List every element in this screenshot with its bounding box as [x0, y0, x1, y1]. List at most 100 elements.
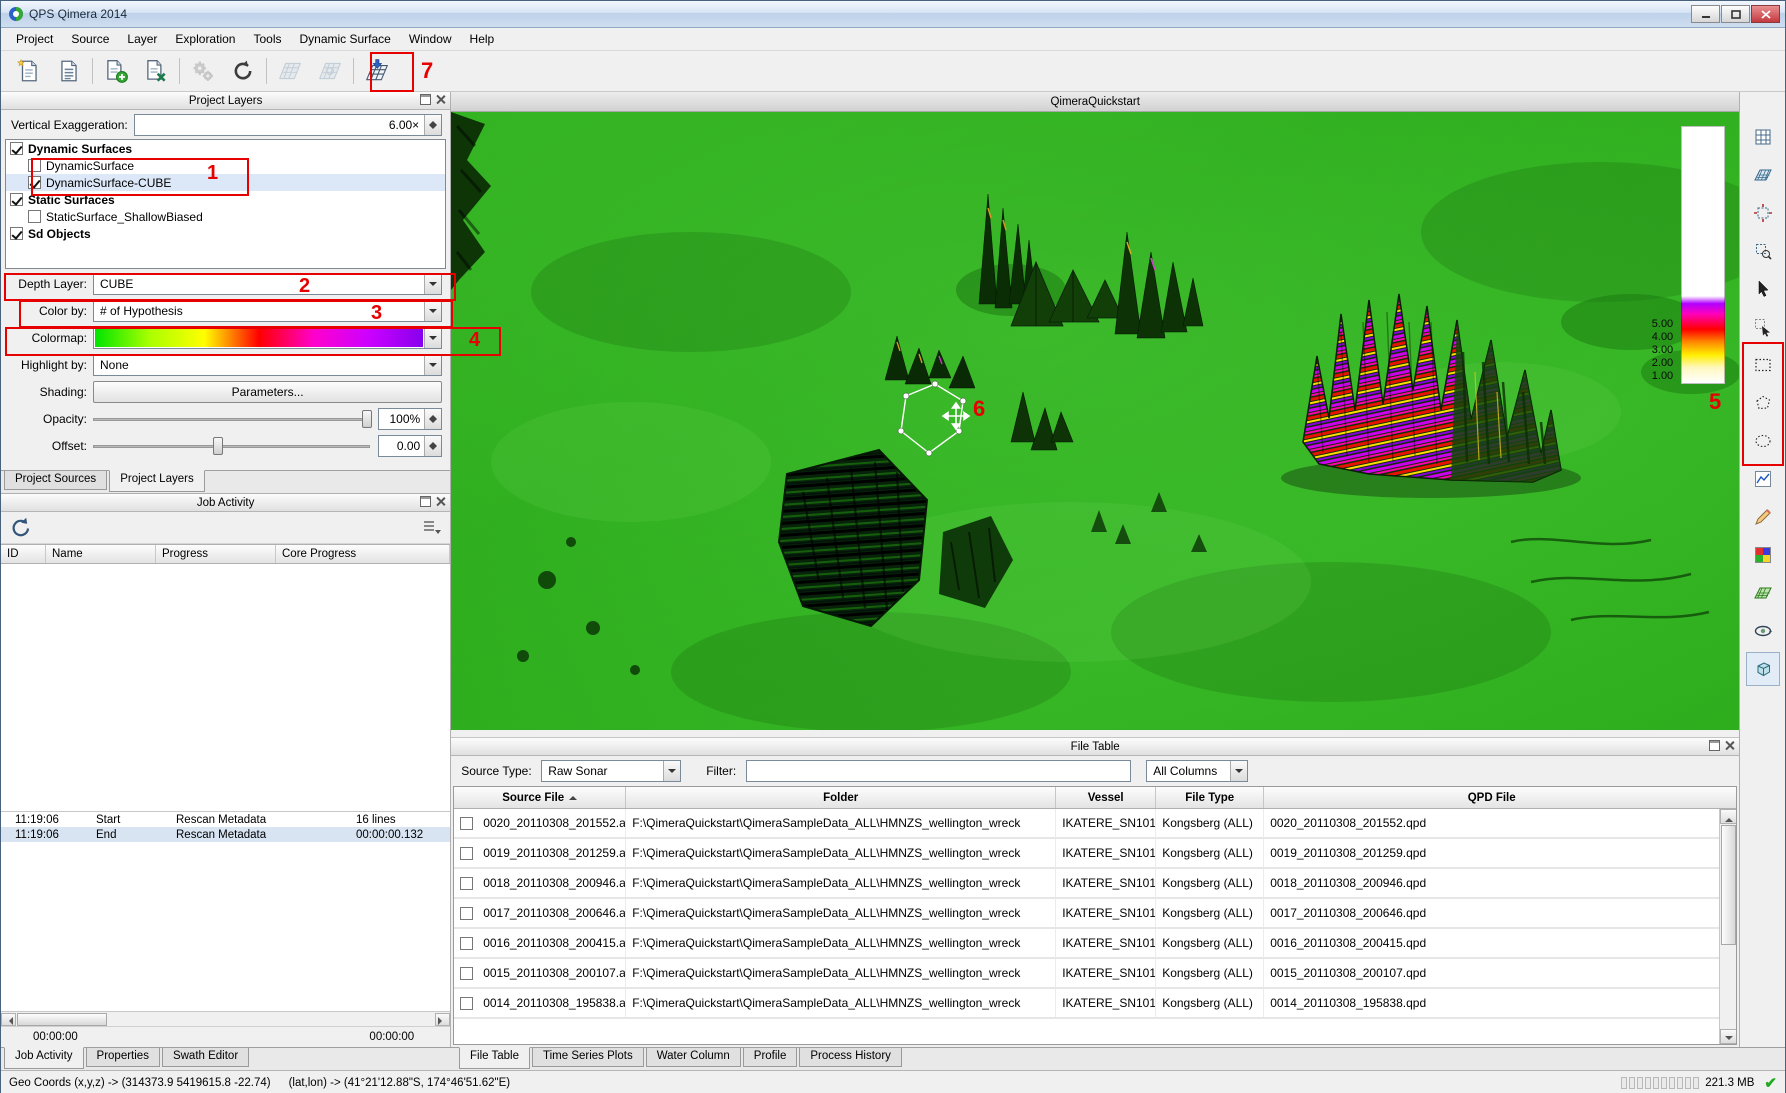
vertical-exaggeration-spinner[interactable] — [424, 115, 441, 135]
tab-project-layers[interactable]: Project Layers — [109, 470, 205, 492]
float-panel-icon[interactable] — [420, 94, 431, 105]
tree-item-dynamic-surfaces[interactable]: Dynamic Surfaces — [6, 140, 445, 157]
tab-file-table[interactable]: File Table — [459, 1047, 530, 1069]
opacity-slider[interactable] — [93, 408, 370, 430]
rescan-button[interactable] — [225, 53, 261, 89]
polygon-selection-button[interactable] — [1746, 386, 1780, 420]
tree-item-static-surfaces[interactable]: Static Surfaces — [6, 191, 445, 208]
close-panel-icon[interactable] — [435, 94, 446, 105]
tab-swath-editor[interactable]: Swath Editor — [162, 1048, 249, 1067]
open-project-button[interactable] — [51, 53, 87, 89]
close-panel-icon[interactable] — [1724, 740, 1735, 751]
file-table-scrollbar[interactable] — [1719, 809, 1736, 1044]
undo-icon[interactable] — [9, 516, 33, 540]
column-source-file[interactable]: Source File — [454, 787, 626, 808]
column-core-progress[interactable]: Core Progress — [276, 545, 450, 563]
float-panel-icon[interactable] — [1709, 740, 1720, 751]
filter-input[interactable] — [746, 760, 1131, 782]
job-table-body[interactable] — [1, 564, 450, 812]
scroll-left-icon[interactable] — [1, 1013, 16, 1026]
select-cursor-button[interactable] — [1746, 272, 1780, 306]
table-row[interactable]: 0016_20110308_200415.all F:\QimeraQuicks… — [454, 929, 1736, 959]
colormap-combo[interactable] — [93, 327, 442, 349]
checkbox[interactable] — [460, 847, 473, 860]
menu-tools[interactable]: Tools — [244, 29, 290, 49]
checkbox[interactable] — [10, 193, 23, 206]
menu-source[interactable]: Source — [62, 29, 118, 49]
column-name[interactable]: Name — [46, 545, 156, 563]
auto-process-button[interactable] — [185, 53, 221, 89]
job-log-list[interactable]: 11:19:06 Start Rescan Metadata 16 lines … — [1, 812, 450, 1012]
color-by-combo[interactable]: # of Hypothesis — [93, 300, 442, 322]
log-entry[interactable]: 11:19:06 Start Rescan Metadata 16 lines — [1, 812, 450, 827]
column-progress[interactable]: Progress — [156, 545, 276, 563]
new-project-button[interactable] — [11, 53, 47, 89]
scrollbar-thumb[interactable] — [17, 1013, 107, 1026]
checkbox[interactable] — [460, 877, 473, 890]
depth-layer-combo[interactable]: CUBE — [93, 273, 442, 295]
view-3d-button[interactable] — [1746, 652, 1780, 686]
tab-process-history[interactable]: Process History — [799, 1048, 902, 1067]
measure-pencil-button[interactable] — [1746, 500, 1780, 534]
column-id[interactable]: ID — [1, 545, 46, 563]
columns-selector-combo[interactable]: All Columns — [1146, 760, 1248, 782]
rect-selection-button[interactable] — [1746, 348, 1780, 382]
offset-slider[interactable] — [93, 435, 370, 457]
slice-editor-button[interactable] — [312, 53, 348, 89]
tree-item-staticsurface-shallowbiased[interactable]: StaticSurface_ShallowBiased — [6, 208, 445, 225]
vertical-exaggeration-field[interactable]: 6.00× — [134, 114, 442, 136]
column-folder[interactable]: Folder — [626, 787, 1056, 808]
float-panel-icon[interactable] — [420, 496, 431, 507]
close-panel-icon[interactable] — [435, 496, 446, 507]
checkbox[interactable] — [28, 210, 41, 223]
profile-chart-button[interactable] — [1746, 462, 1780, 496]
tree-item-sd-objects[interactable]: Sd Objects — [6, 225, 445, 242]
menu-layer[interactable]: Layer — [118, 29, 166, 49]
tab-job-activity[interactable]: Job Activity — [4, 1047, 84, 1069]
scrollbar-thumb[interactable] — [1721, 825, 1736, 945]
menu-window[interactable]: Window — [400, 29, 461, 49]
mesh-surface-button[interactable] — [1746, 158, 1780, 192]
opacity-spinbox[interactable]: 100% — [378, 408, 442, 430]
tab-project-sources[interactable]: Project Sources — [4, 471, 107, 490]
shading-parameters-button[interactable]: Parameters... — [93, 381, 442, 403]
source-type-combo[interactable]: Raw Sonar — [541, 760, 681, 782]
orbit-rotate-button[interactable] — [1746, 614, 1780, 648]
create-dynamic-surface-button[interactable] — [359, 53, 395, 89]
checkbox[interactable] — [460, 967, 473, 980]
minimize-button[interactable] — [1691, 5, 1720, 23]
lasso-selection-button[interactable] — [1746, 424, 1780, 458]
menu-dynamic-surface[interactable]: Dynamic Surface — [290, 29, 399, 49]
tree-item-dynamicsurface[interactable]: DynamicSurface — [6, 157, 445, 174]
tab-water-column[interactable]: Water Column — [646, 1048, 741, 1067]
opacity-spinner[interactable] — [424, 409, 441, 429]
scroll-up-icon[interactable] — [1720, 809, 1737, 824]
checkbox[interactable] — [460, 817, 473, 830]
column-vessel[interactable]: Vessel — [1056, 787, 1156, 808]
table-row[interactable]: 0014_20110308_195838.all F:\QimeraQuicks… — [454, 989, 1736, 1019]
color-palette-button[interactable] — [1746, 538, 1780, 572]
menu-project[interactable]: Project — [7, 29, 62, 49]
checkbox[interactable] — [460, 997, 473, 1010]
add-raw-sonar-button[interactable] — [98, 53, 134, 89]
checkbox[interactable] — [10, 227, 23, 240]
log-options-icon[interactable] — [422, 518, 442, 538]
scroll-down-icon[interactable] — [1720, 1029, 1737, 1044]
scroll-right-icon[interactable] — [435, 1013, 450, 1026]
table-row[interactable]: 0017_20110308_200646.all F:\QimeraQuicks… — [454, 899, 1736, 929]
table-row[interactable]: 0020_20110308_201552.all F:\QimeraQuicks… — [454, 809, 1736, 839]
swath-editor-button[interactable] — [272, 53, 308, 89]
zoom-extents-button[interactable] — [1746, 196, 1780, 230]
checkbox[interactable] — [460, 907, 473, 920]
scene-3d-view[interactable]: 5.00 4.00 3.00 2.00 1.00 — [451, 112, 1739, 730]
maximize-button[interactable] — [1721, 5, 1750, 23]
offset-slider-handle[interactable] — [213, 437, 223, 455]
column-file-type[interactable]: File Type — [1156, 787, 1264, 808]
tab-properties[interactable]: Properties — [86, 1048, 160, 1067]
close-button[interactable] — [1751, 5, 1780, 23]
grid-view-button[interactable] — [1746, 120, 1780, 154]
log-horizontal-scrollbar[interactable] — [1, 1012, 450, 1027]
menu-help[interactable]: Help — [461, 29, 504, 49]
checkbox[interactable] — [28, 176, 41, 189]
offset-spinner[interactable] — [424, 436, 441, 456]
